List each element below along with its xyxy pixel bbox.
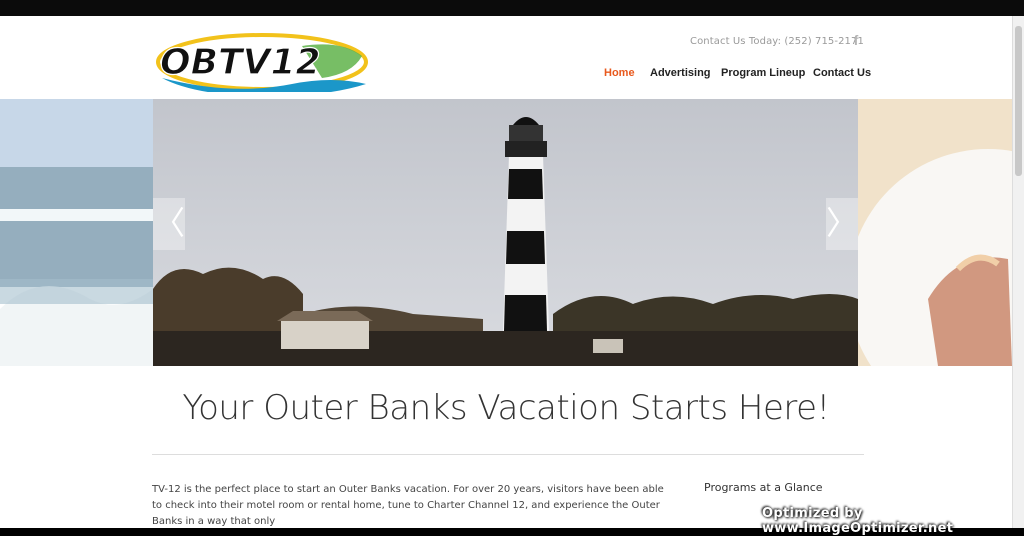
chevron-right-icon: 〉 bbox=[826, 204, 859, 242]
web-page: OBTV12 Contact Us Today: (252) 715-2171 … bbox=[0, 16, 1012, 528]
nav-home[interactable]: Home bbox=[604, 67, 635, 79]
nav-contact-us[interactable]: Contact Us bbox=[813, 67, 871, 79]
page-headline: Your Outer Banks Vacation Starts Here! bbox=[182, 388, 830, 428]
obtv12-logo[interactable]: OBTV12 bbox=[152, 26, 372, 92]
chevron-left-icon: 〈 bbox=[153, 204, 186, 242]
intro-paragraph: TV-12 is the perfect place to start an O… bbox=[152, 484, 664, 527]
facebook-icon[interactable]: f bbox=[849, 32, 863, 48]
watermark-text: Optimized by www.ImageOptimizer.net bbox=[762, 506, 954, 536]
divider bbox=[152, 454, 864, 455]
svg-text:OBTV12: OBTV12 bbox=[160, 42, 321, 83]
scrollbar-thumb[interactable] bbox=[1015, 26, 1022, 176]
slider-prev-button[interactable]: 〈 bbox=[153, 198, 185, 250]
nav-program-lineup[interactable]: Program Lineup bbox=[721, 67, 805, 79]
lighthouse-image bbox=[153, 99, 858, 366]
contact-phone-text: Contact Us Today: (252) 715-2171 bbox=[690, 36, 864, 47]
page-scrollbar[interactable] bbox=[1012, 16, 1024, 528]
nav-advertising[interactable]: Advertising bbox=[650, 67, 711, 79]
slider-next-button[interactable]: 〉 bbox=[826, 198, 858, 250]
programs-at-a-glance-heading: Programs at a Glance bbox=[704, 481, 823, 494]
image-slider: 〈 〉 bbox=[0, 99, 1012, 366]
ocean-wave-image bbox=[0, 99, 153, 366]
browser-top-bar bbox=[0, 0, 1024, 16]
food-plate-image bbox=[858, 99, 1012, 366]
